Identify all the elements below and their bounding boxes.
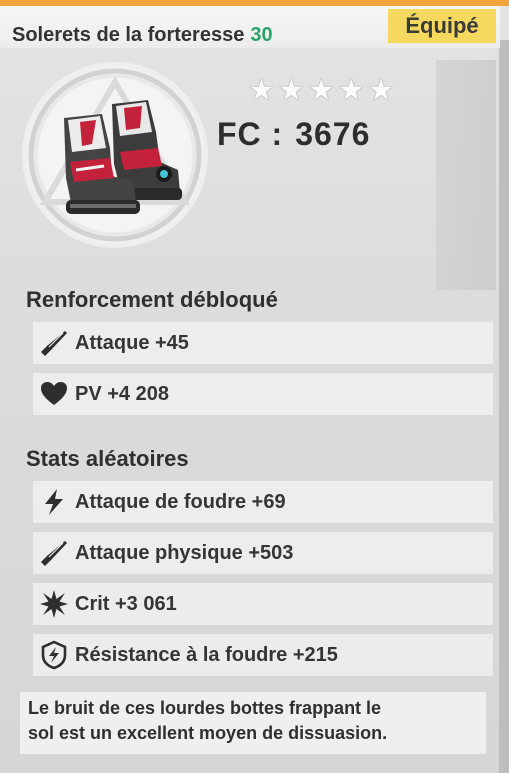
burst-icon (37, 587, 71, 621)
stat-row: Attaque physique +503 (33, 532, 493, 574)
stat-row: PV +4 208 (33, 373, 493, 415)
stat-label: Résistance à la foudre +215 (75, 643, 338, 666)
unlocked-section-title: Renforcement débloqué (26, 287, 278, 312)
item-level: 30 (250, 24, 273, 46)
item-name-text: Solerets de la forteresse (12, 24, 245, 46)
stat-label: Attaque +45 (75, 331, 189, 354)
fc-value: 3676 (295, 116, 371, 152)
description-line: sol est un excellent moyen de dissuasion… (28, 723, 388, 743)
star-icon: ★ (248, 74, 275, 107)
background-decoration (436, 60, 496, 290)
stat-row: Attaque +45 (33, 322, 493, 364)
lightning-shield-icon (37, 638, 71, 672)
random-section-title: Stats aléatoires (26, 446, 189, 471)
star-icon: ★ (337, 74, 365, 107)
heart-icon (37, 377, 71, 411)
stat-row: Résistance à la foudre +215 (33, 634, 493, 676)
combat-power: FC : 3676 (217, 116, 370, 153)
item-name: Solerets de la forteresse 30 (12, 24, 273, 47)
description-line: Le bruit de ces lourdes bottes frappant … (28, 698, 382, 718)
side-strip (499, 40, 509, 773)
stat-label: Attaque de foudre +69 (75, 490, 286, 513)
stat-row: Crit +3 061 (33, 583, 493, 625)
stat-label: Crit +3 061 (75, 592, 177, 615)
boots-icon (64, 100, 182, 214)
equipped-badge[interactable]: Équipé (388, 9, 496, 43)
item-detail-panel: Solerets de la forteresse 30 Équipé ★ ★ ★… (0, 0, 509, 773)
star-icon: ★ (277, 74, 305, 107)
fc-label: FC : (217, 116, 284, 152)
item-header: Solerets de la forteresse 30 Équipé (0, 6, 500, 48)
stat-label: Attaque physique +503 (75, 541, 294, 564)
item-description: Le bruit de ces lourdes bottes frappant … (20, 692, 486, 754)
star-icon: ★ (367, 74, 395, 107)
sword-icon (37, 326, 71, 360)
stat-label: PV +4 208 (75, 382, 169, 405)
lightning-icon (37, 485, 71, 519)
rarity-stars: ★ ★ ★ ★ ★ (248, 76, 395, 106)
sword-icon (37, 536, 71, 570)
star-icon: ★ (307, 74, 335, 107)
stat-row: Attaque de foudre +69 (33, 481, 493, 523)
